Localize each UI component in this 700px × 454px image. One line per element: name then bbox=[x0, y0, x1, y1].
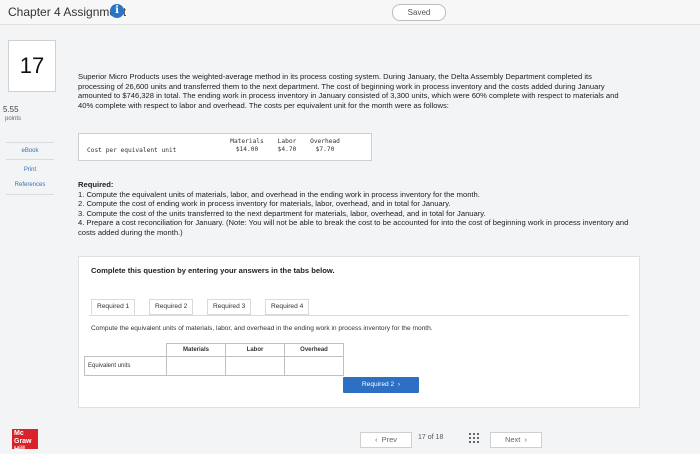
cost-value-materials: $14.00 bbox=[235, 146, 259, 153]
chevron-right-icon: › bbox=[522, 435, 528, 444]
required-item: 1. Compute the equivalent units of mater… bbox=[78, 189, 480, 199]
cell-labor bbox=[225, 356, 285, 376]
next-required-button[interactable]: Required 2 › bbox=[343, 377, 419, 393]
required-title: Required: bbox=[78, 180, 114, 189]
chevron-left-icon: ‹ bbox=[374, 435, 380, 444]
required-item: 3. Compute the cost of the units transfe… bbox=[78, 208, 486, 218]
cost-header-overhead: Overhead bbox=[310, 138, 340, 145]
page-indicator: 17 of 18 bbox=[418, 434, 443, 441]
question-number: 17 bbox=[19, 53, 45, 78]
tab-divider bbox=[89, 315, 629, 316]
question-number-box: 17 bbox=[8, 40, 56, 92]
equivalent-units-table: Materials Labor Overhead Equivalent unit… bbox=[84, 343, 344, 376]
cost-header-materials: Materials bbox=[230, 138, 264, 145]
divider bbox=[6, 159, 54, 160]
header-blank bbox=[85, 344, 167, 357]
tab-required-4[interactable]: Required 4 bbox=[265, 299, 310, 315]
next-button[interactable]: Next › bbox=[490, 432, 542, 448]
points-label: points bbox=[5, 116, 22, 122]
page-current: 17 bbox=[418, 434, 426, 441]
required-item: 2. Compute the cost of ending work in pr… bbox=[78, 199, 451, 208]
header-overhead: Overhead bbox=[284, 343, 344, 357]
labor-input[interactable] bbox=[226, 362, 284, 375]
row-label-equivalent-units: Equivalent units bbox=[84, 356, 167, 376]
cost-value-labor: $4.70 bbox=[277, 146, 297, 153]
cost-header-labor: Labor bbox=[277, 138, 297, 145]
overhead-input[interactable] bbox=[285, 362, 343, 375]
left-column: 17 5.55 points eBook Print References Mc… bbox=[0, 24, 60, 453]
required-section: Required: 1. Compute the equivalent unit… bbox=[78, 180, 638, 237]
cell-overhead bbox=[284, 356, 344, 376]
chevron-right-icon: › bbox=[396, 381, 401, 388]
divider bbox=[6, 194, 54, 195]
publisher-logo: Mc Graw Hill bbox=[12, 429, 38, 453]
saved-status: Saved bbox=[392, 4, 446, 21]
top-bar: Chapter 4 Assignment i Saved bbox=[0, 0, 700, 25]
divider bbox=[6, 142, 54, 143]
page-of: of bbox=[427, 434, 434, 441]
tab-instruction: Compute the equivalent units of material… bbox=[91, 325, 433, 332]
prev-button[interactable]: ‹ Prev bbox=[360, 432, 412, 448]
header-labor: Labor bbox=[225, 343, 285, 357]
info-icon[interactable]: i bbox=[110, 4, 124, 18]
problem-text: Superior Micro Products uses the weighte… bbox=[78, 72, 619, 110]
prev-label: Prev bbox=[381, 435, 398, 444]
next-label: Next bbox=[504, 435, 521, 444]
ebook-link[interactable]: eBook bbox=[6, 145, 54, 157]
cost-value-overhead: $7.70 bbox=[315, 146, 335, 153]
required-item: 4. Prepare a cost reconciliation for Jan… bbox=[78, 218, 629, 237]
cost-per-unit-table: Cost per equivalent unit Materials Labor… bbox=[78, 133, 372, 161]
header-materials: Materials bbox=[166, 343, 226, 357]
materials-input[interactable] bbox=[167, 362, 225, 375]
cell-materials bbox=[166, 356, 226, 376]
assignment-title: Chapter 4 Assignment bbox=[8, 5, 127, 19]
grid-icon[interactable] bbox=[468, 432, 480, 444]
print-link[interactable]: Print bbox=[6, 164, 54, 176]
tab-required-2[interactable]: Required 2 bbox=[149, 299, 194, 315]
panel-message: Complete this question by entering your … bbox=[91, 266, 335, 275]
tab-required-1[interactable]: Required 1 bbox=[91, 299, 136, 315]
page-total: 18 bbox=[435, 434, 444, 441]
cost-row-label: Cost per equivalent unit bbox=[87, 147, 177, 154]
points-value: 5.55 bbox=[3, 105, 19, 114]
references-link[interactable]: References bbox=[6, 179, 54, 191]
tab-required-3[interactable]: Required 3 bbox=[207, 299, 252, 315]
next-required-label: Required 2 bbox=[361, 381, 395, 388]
